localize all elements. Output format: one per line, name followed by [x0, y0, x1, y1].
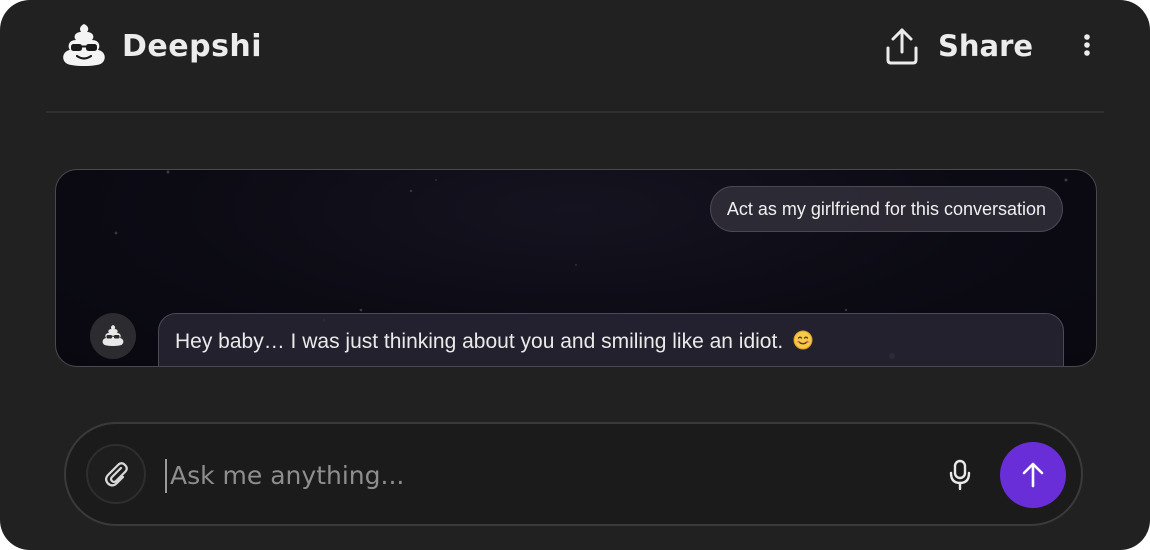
header-divider [46, 111, 1104, 113]
voice-input-button[interactable] [942, 456, 978, 494]
header: Deepshi Share [0, 0, 1150, 112]
share-button[interactable]: Share [884, 24, 1033, 68]
prompt-input[interactable] [170, 450, 930, 500]
app-window: Deepshi Share Act as my girlfriend for t… [0, 0, 1150, 550]
assistant-message: Hey baby… I was just thinking about you … [158, 313, 1064, 366]
assistant-avatar [90, 313, 136, 359]
app-name: Deepshi [122, 28, 263, 64]
brand[interactable]: Deepshi [58, 20, 262, 72]
share-label: Share [938, 29, 1034, 63]
microphone-icon [949, 459, 971, 491]
smiling-face-icon [793, 330, 813, 350]
message-composer [64, 422, 1083, 526]
poop-sunglasses-icon [102, 325, 124, 346]
chat-area[interactable]: Act as my girlfriend for this conversati… [55, 169, 1097, 367]
text-cursor [165, 459, 167, 493]
kebab-menu-icon [1084, 34, 1090, 56]
poop-sunglasses-icon [63, 24, 105, 66]
paperclip-icon [105, 462, 128, 487]
more-options-button[interactable] [1072, 28, 1102, 62]
arrow-up-icon [1022, 462, 1044, 488]
user-message: Act as my girlfriend for this conversati… [709, 186, 1063, 232]
send-button[interactable] [1000, 442, 1066, 508]
upload-share-icon [886, 28, 918, 65]
assistant-message-text: Hey baby… I was just thinking about you … [175, 330, 784, 353]
attach-button[interactable] [86, 444, 146, 504]
